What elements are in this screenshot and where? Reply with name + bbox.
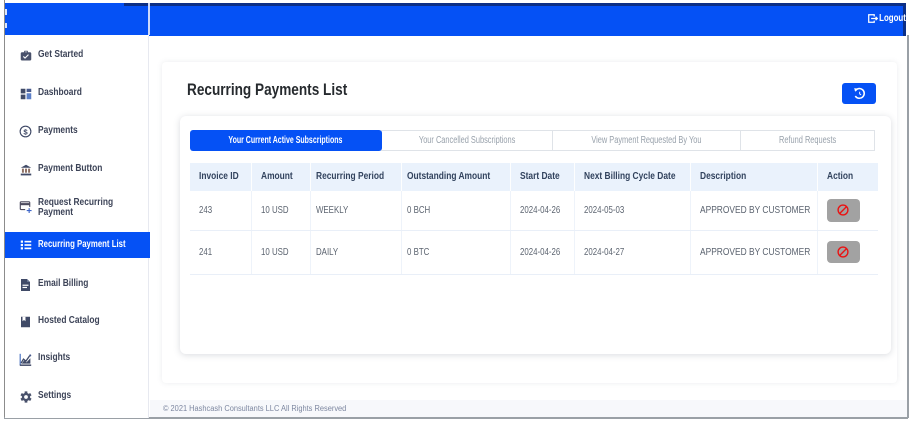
svg-text:$: $ (23, 127, 28, 136)
